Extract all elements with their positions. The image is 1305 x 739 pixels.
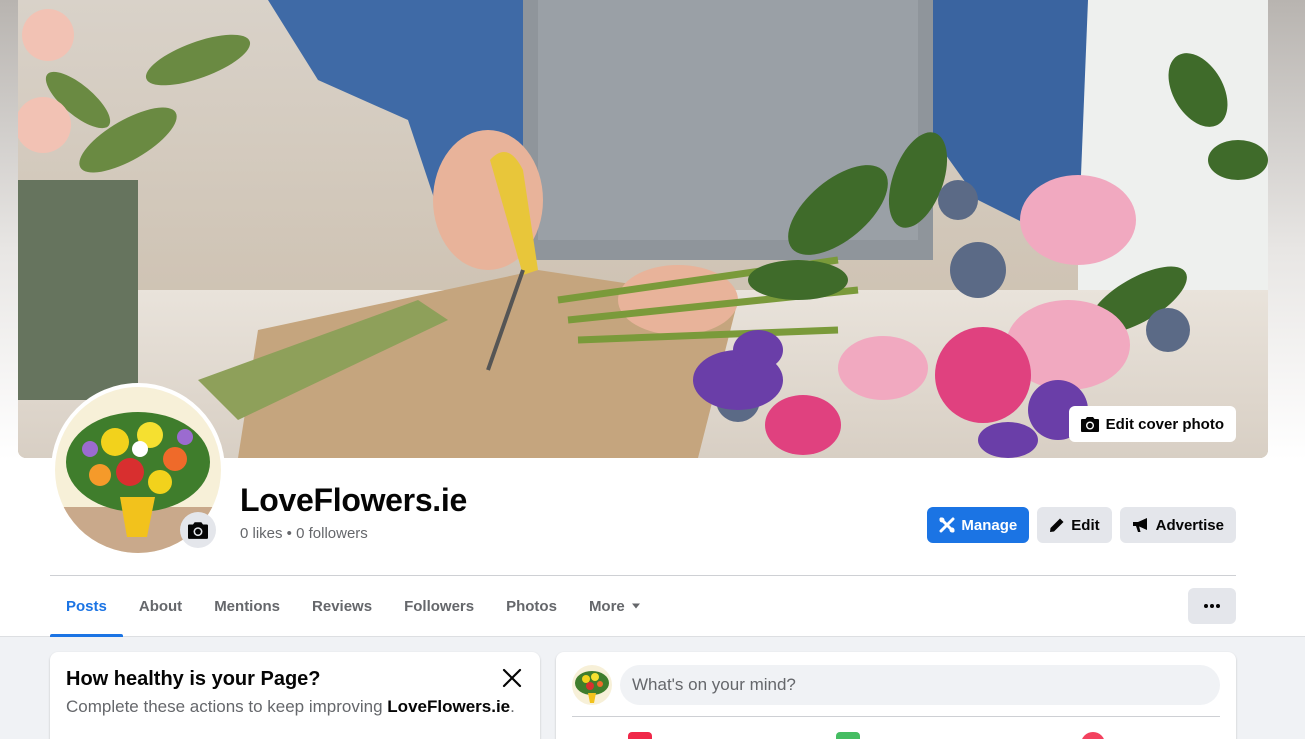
advertise-label: Advertise xyxy=(1155,516,1224,534)
reel-icon[interactable] xyxy=(1081,732,1105,739)
post-composer: What's on your mind? xyxy=(556,652,1236,739)
page-health-card: How healthy is your Page? Complete these… xyxy=(50,652,540,739)
edit-cover-photo-label: Edit cover photo xyxy=(1105,415,1224,433)
edit-button[interactable]: Edit xyxy=(1037,507,1112,543)
close-icon xyxy=(502,668,522,688)
tab-posts[interactable]: Posts xyxy=(50,576,123,637)
cover-photo[interactable]: Edit cover photo xyxy=(18,0,1268,458)
edit-cover-photo-button[interactable]: Edit cover photo xyxy=(1068,406,1236,442)
page-tabs: Posts About Mentions Reviews Followers P… xyxy=(50,576,657,637)
manage-button[interactable]: Manage xyxy=(927,507,1030,543)
camera-icon xyxy=(188,522,208,539)
tab-reviews[interactable]: Reviews xyxy=(296,576,388,636)
camera-icon xyxy=(1080,417,1099,432)
health-card-subtitle: Complete these actions to keep improving… xyxy=(66,697,515,716)
edit-label: Edit xyxy=(1071,516,1100,534)
advertise-button[interactable]: Advertise xyxy=(1119,507,1236,543)
photo-video-icon[interactable] xyxy=(836,732,860,739)
close-button[interactable] xyxy=(500,666,524,690)
composer-input[interactable]: What's on your mind? xyxy=(620,665,1220,705)
more-dots-icon xyxy=(1204,604,1220,608)
page-actions: Manage Edit Advertise xyxy=(927,507,1236,543)
more-options-button[interactable] xyxy=(1188,588,1236,624)
tab-about[interactable]: About xyxy=(123,576,198,636)
health-card-title: How healthy is your Page? xyxy=(66,668,321,690)
tab-followers[interactable]: Followers xyxy=(388,576,490,636)
megaphone-icon xyxy=(1132,518,1147,532)
tab-more[interactable]: More xyxy=(573,576,657,636)
pencil-icon xyxy=(1050,518,1064,532)
page-title: LoveFlowers.ie xyxy=(240,482,467,518)
live-video-icon[interactable] xyxy=(628,732,652,739)
caret-down-icon xyxy=(631,603,640,609)
page-stats: 0 likes • 0 followers xyxy=(240,525,368,542)
manage-icon xyxy=(939,517,955,533)
composer-divider xyxy=(572,716,1220,717)
tab-mentions[interactable]: Mentions xyxy=(198,576,296,636)
composer-avatar[interactable] xyxy=(572,665,612,705)
update-avatar-button[interactable] xyxy=(180,512,216,548)
tab-photos[interactable]: Photos xyxy=(490,576,573,636)
manage-label: Manage xyxy=(961,516,1018,534)
